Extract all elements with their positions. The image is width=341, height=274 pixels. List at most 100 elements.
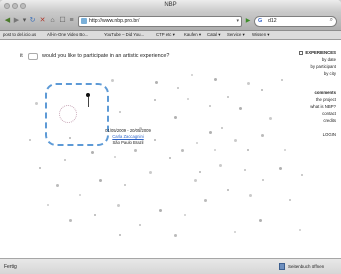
home-icon[interactable]: ⌂ <box>48 16 57 25</box>
experience-dot[interactable] <box>244 169 246 171</box>
url-dropdown-icon[interactable]: ▾ <box>236 18 239 24</box>
experience-dot[interactable] <box>29 139 31 141</box>
bookmark-folder[interactable]: Kaufen ▾ <box>184 32 201 38</box>
answer-input[interactable] <box>28 53 38 60</box>
back-icon[interactable]: ◀ <box>3 16 12 25</box>
experience-dot[interactable] <box>148 170 152 174</box>
experience-dot[interactable] <box>227 96 229 98</box>
experience-dot[interactable] <box>278 166 282 170</box>
experience-dot[interactable] <box>34 101 38 105</box>
menu-item-by-date[interactable]: by date <box>276 56 336 63</box>
menu-item-what-is-nbp[interactable]: what is NBP? <box>276 103 336 110</box>
experience-dot[interactable] <box>191 74 193 76</box>
experience-dot[interactable] <box>214 149 216 151</box>
page-icon[interactable]: ≡ <box>67 16 76 25</box>
bookmark-folder[interactable]: Service ▾ <box>227 32 245 38</box>
experience-dot[interactable] <box>233 138 237 142</box>
experience-dot[interactable] <box>209 105 211 107</box>
search-icon[interactable]: ⌕ <box>330 17 333 24</box>
experience-dot[interactable] <box>119 111 121 113</box>
experience-dot[interactable] <box>64 159 66 161</box>
experience-dot[interactable] <box>68 218 72 222</box>
menu-item-comments[interactable]: comments <box>276 89 337 96</box>
experience-dot[interactable] <box>79 194 81 196</box>
experience-dot[interactable] <box>261 89 263 91</box>
selected-experience-dot[interactable] <box>86 93 90 97</box>
login-link[interactable]: LOGIN <box>276 131 336 138</box>
menu-item-by-participant[interactable]: by participant <box>276 63 336 70</box>
experience-dot[interactable] <box>39 167 41 169</box>
bookmark-folder[interactable]: CTP etc ▾ <box>156 32 175 38</box>
stop-icon[interactable]: ✕ <box>38 16 47 25</box>
experience-dot[interactable] <box>177 87 179 89</box>
experience-dot[interactable] <box>133 148 137 152</box>
experience-dot[interactable] <box>227 189 229 191</box>
experience-dot[interactable] <box>90 150 94 154</box>
experience-dot[interactable] <box>258 218 262 222</box>
menu-item-credits[interactable]: credits <box>276 117 336 124</box>
experience-dot[interactable] <box>289 199 291 201</box>
experience-dot[interactable] <box>69 137 71 139</box>
experience-dot[interactable] <box>180 148 184 152</box>
experience-dot[interactable] <box>221 127 223 129</box>
menu-item-the-project[interactable]: the project <box>276 96 336 103</box>
experience-dot[interactable] <box>114 156 116 158</box>
menu-item-contact[interactable]: contact <box>276 110 336 117</box>
experience-dot[interactable] <box>196 142 198 144</box>
experience-dot[interactable] <box>158 208 162 212</box>
experience-dot[interactable] <box>154 139 156 141</box>
bookmark-folder[interactable]: Catal ▾ <box>207 32 220 38</box>
experience-dot[interactable] <box>203 198 207 202</box>
experience-dot[interactable] <box>284 149 286 151</box>
experience-dot[interactable] <box>119 234 121 236</box>
experience-dot[interactable] <box>208 130 212 134</box>
experience-dot[interactable] <box>213 77 217 81</box>
experience-dot[interactable] <box>55 183 59 187</box>
bookmark-folder[interactable]: Wissen ▾ <box>252 32 269 38</box>
experience-dot[interactable] <box>173 115 177 119</box>
bookmark-item[interactable]: All-in-One Video Bo... <box>47 32 88 37</box>
experience-dot[interactable] <box>262 179 264 181</box>
bookmark-item[interactable]: post to del.icio.us <box>3 32 36 37</box>
experience-dot[interactable] <box>281 79 283 81</box>
experience-dot[interactable] <box>187 98 189 100</box>
experience-dot[interactable] <box>138 126 142 130</box>
experience-dot[interactable] <box>184 214 186 216</box>
go-icon[interactable]: ▶ <box>244 17 252 25</box>
experience-dot[interactable] <box>247 149 249 151</box>
experience-dot[interactable] <box>260 133 264 137</box>
reload-icon[interactable]: ↻ <box>28 16 37 25</box>
experience-dot[interactable] <box>116 203 120 207</box>
book-icon[interactable] <box>279 263 285 270</box>
experience-dot[interactable] <box>110 78 114 82</box>
experiences-heading[interactable]: EXPERIENCES <box>276 49 336 56</box>
experience-dot[interactable] <box>173 233 177 237</box>
experience-dot[interactable] <box>246 81 250 85</box>
experience-dot[interactable] <box>238 106 242 110</box>
search-field[interactable]: G d12 ⌕ <box>254 16 337 27</box>
participation-question[interactable]: would you like to participate in an arti… <box>42 53 169 59</box>
status-action[interactable]: Seitenbuch öffnen <box>288 264 324 269</box>
experience-dot[interactable] <box>299 229 301 231</box>
experience-dot[interactable] <box>139 224 141 226</box>
experience-dot[interactable] <box>154 80 158 84</box>
bookmark-icon[interactable]: ☐ <box>58 16 67 25</box>
experience-dot[interactable] <box>169 157 171 159</box>
experience-dot[interactable] <box>199 171 201 173</box>
experience-dot[interactable] <box>268 116 272 120</box>
menu-item-by-city[interactable]: by city <box>276 70 336 77</box>
experience-dot[interactable] <box>248 193 252 197</box>
experience-dot[interactable] <box>218 163 222 167</box>
search-engine-icon[interactable]: G <box>258 18 262 24</box>
experience-dot[interactable] <box>301 174 303 176</box>
experience-dot[interactable] <box>98 178 102 182</box>
experience-dot[interactable] <box>94 214 96 216</box>
experience-dot[interactable] <box>154 99 156 101</box>
experience-dot[interactable] <box>47 204 49 206</box>
experience-dot[interactable] <box>234 231 236 233</box>
experience-dot[interactable] <box>124 184 126 186</box>
prompt-prefix: it <box>20 53 23 59</box>
bookmark-item[interactable]: YouTube – Did You... <box>104 32 144 37</box>
url-field[interactable]: http://www.nbp.pro.br/ ▾ <box>78 16 242 27</box>
experience-dot[interactable] <box>193 178 197 182</box>
